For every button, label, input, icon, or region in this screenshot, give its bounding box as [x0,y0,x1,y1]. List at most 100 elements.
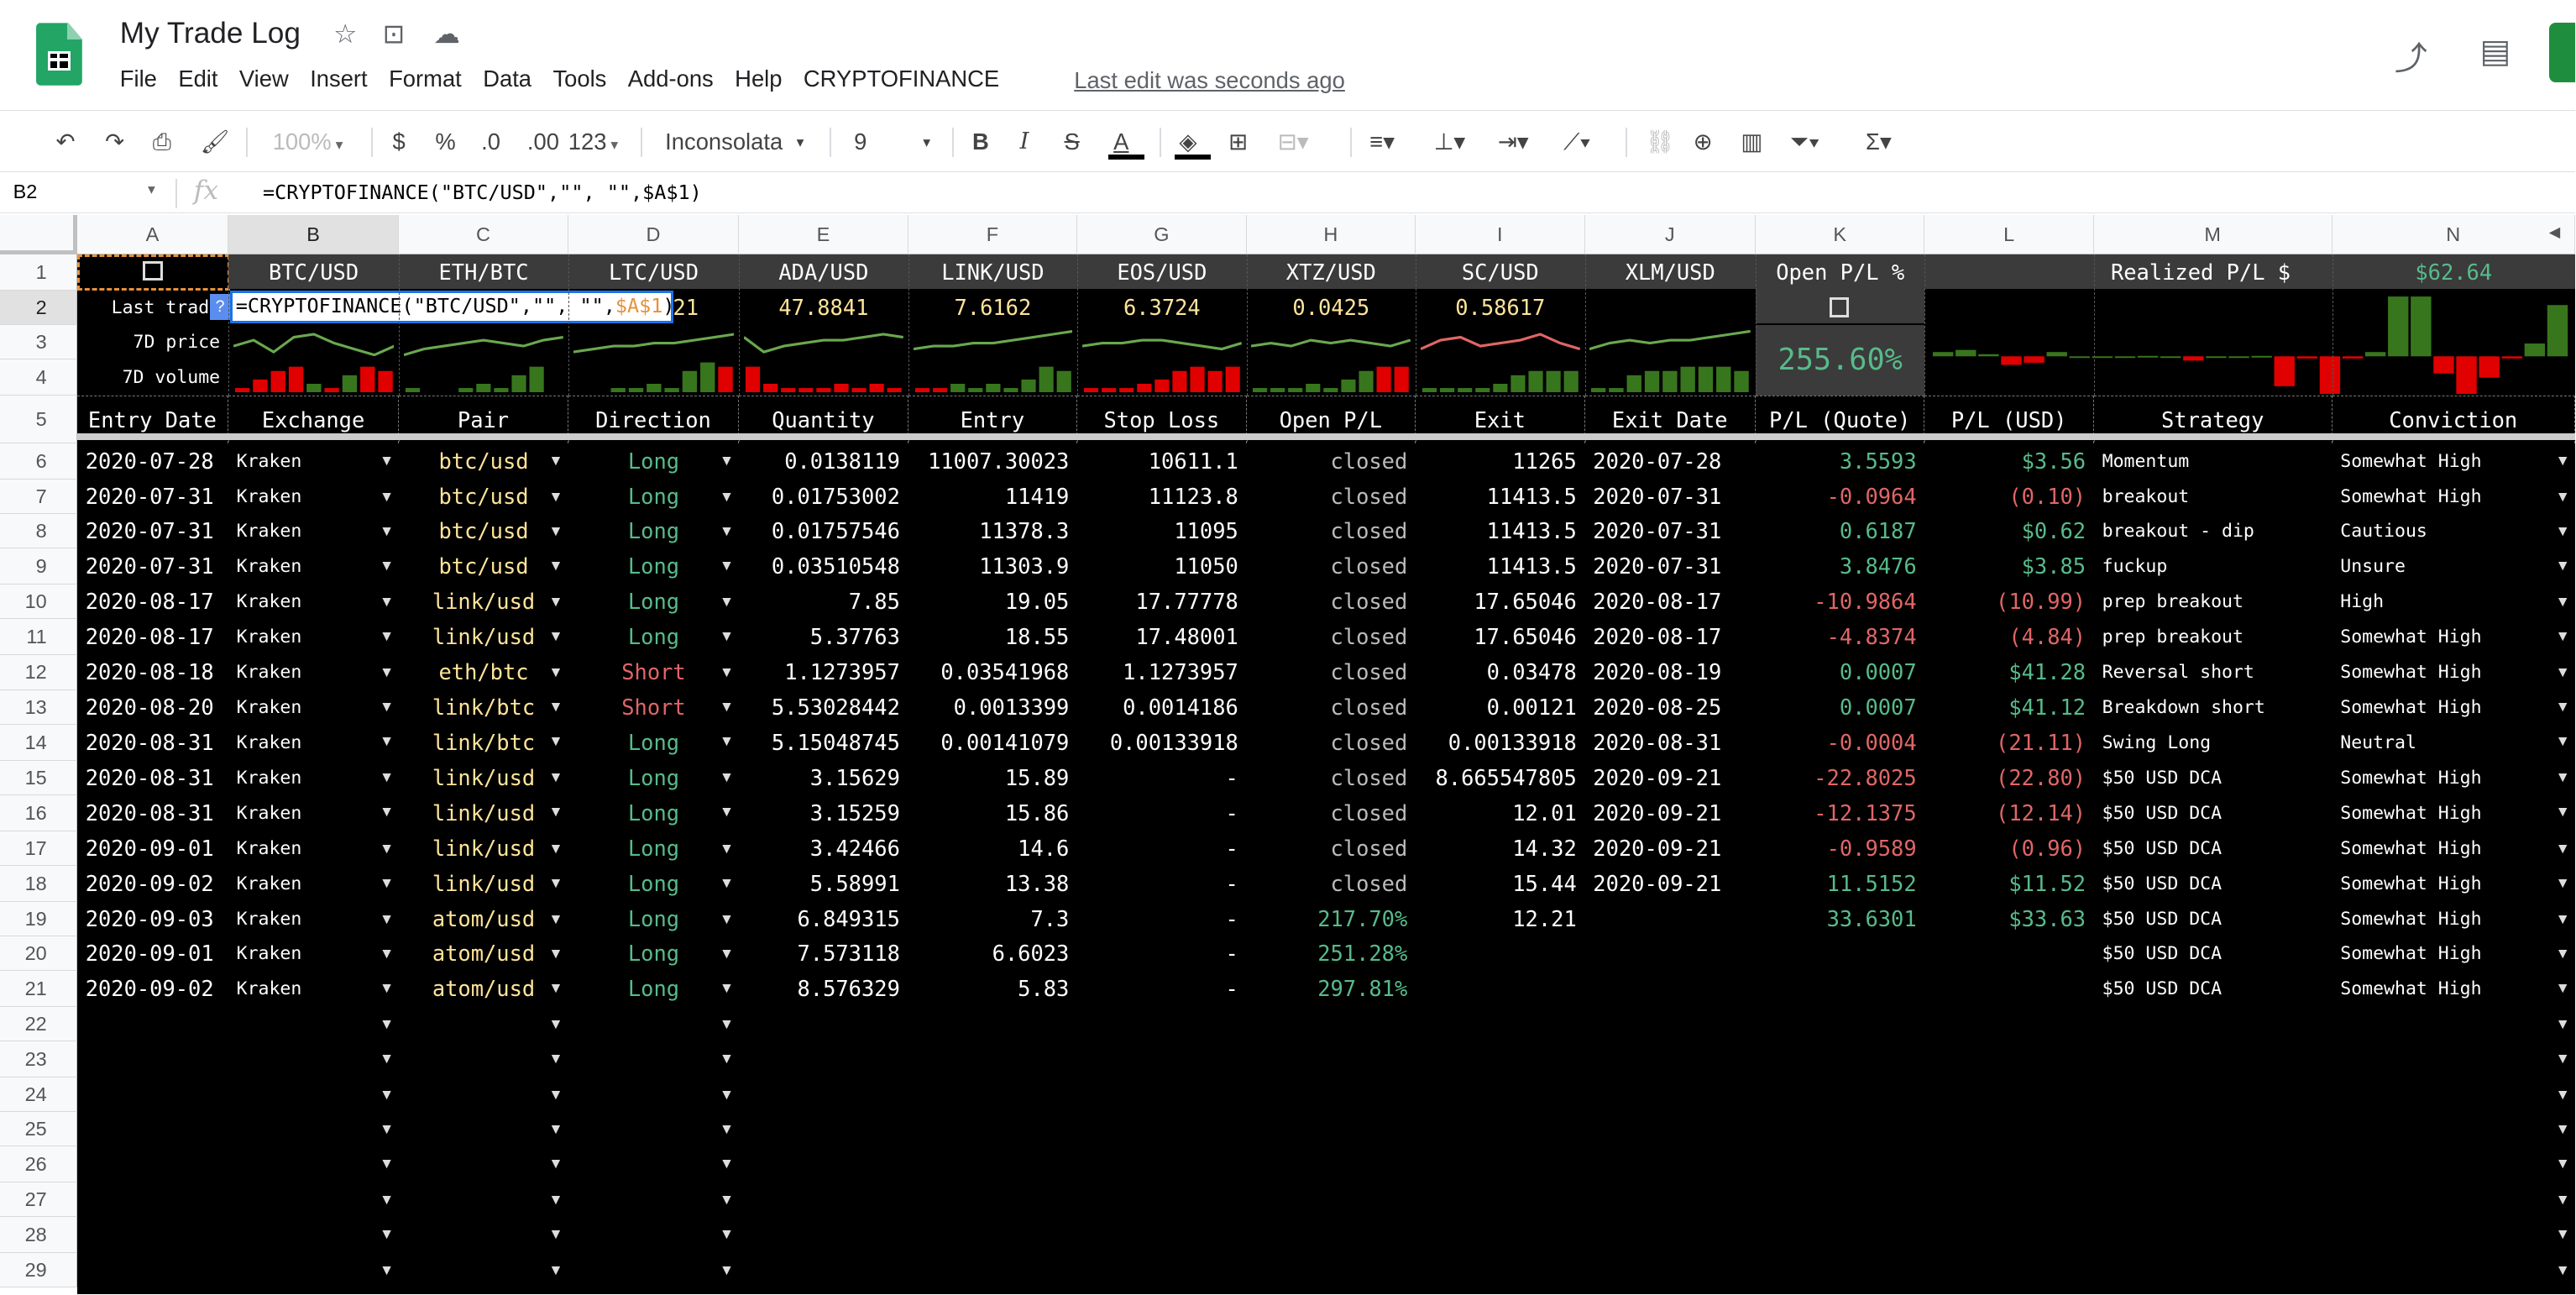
trade-open-pl[interactable]: closed [1247,443,1416,480]
trade-entry-price[interactable]: 5.83 [908,971,1077,1007]
trade-quantity[interactable]: 0.0138119 [739,443,908,480]
trade-conviction-select[interactable]: Somewhat High [2333,902,2575,936]
trade-pl-quote[interactable]: -4.8374 [1756,619,1924,655]
trade-strategy[interactable]: Reversal short [2094,655,2333,689]
dropdown-arrow-icon[interactable]: ▼ [380,1261,394,1279]
fill-color-icon[interactable]: ◈ [1179,111,1196,173]
trade-exchange-select[interactable]: Kraken [228,548,399,585]
menu-view[interactable]: View [239,66,289,92]
dropdown-arrow-icon[interactable]: ▼ [548,768,563,786]
dropdown-arrow-icon[interactable]: ▼ [380,627,394,645]
trade-direction-select[interactable]: Long [568,619,739,655]
trade-conviction-select[interactable]: Somewhat High [2333,936,2575,971]
dropdown-arrow-icon[interactable]: ▼ [2556,1225,2570,1243]
trade-exit-price[interactable]: 11413.5 [1416,480,1584,514]
dropdown-arrow-icon[interactable]: ▼ [380,488,394,506]
trade-open-pl[interactable]: closed [1247,619,1416,655]
dropdown-arrow-icon[interactable]: ▼ [2556,663,2570,681]
trade-pl-quote[interactable]: -12.1375 [1756,795,1924,831]
trade-exit-price[interactable]: 17.65046 [1416,619,1584,655]
zoom-select[interactable]: 100% [273,111,343,173]
trade-pl-usd[interactable]: (10.99) [1924,585,2093,619]
trade-entry-price[interactable]: 0.03541968 [908,655,1077,689]
trade-pair-select[interactable]: link/usd [399,795,568,831]
dropdown-arrow-icon[interactable]: ▼ [548,1261,563,1279]
column-header-n[interactable]: N [2332,215,2575,255]
row-header-14[interactable]: 14 [0,724,77,761]
trade-stop-loss[interactable]: - [1077,866,1246,902]
trade-quantity[interactable]: 5.58991 [739,866,908,902]
trade-pl-quote[interactable]: 0.6187 [1756,514,1924,548]
trade-exit-date[interactable]: 2020-08-25 [1585,690,1756,725]
row-header-22[interactable]: 22 [0,1007,77,1042]
dropdown-arrow-icon[interactable]: ▼ [548,979,563,997]
trade-open-pl[interactable]: 217.70% [1247,902,1416,936]
row-header-12[interactable]: 12 [0,655,77,690]
trade-pl-quote[interactable]: -0.0964 [1756,480,1924,514]
row-header-21[interactable]: 21 [0,970,77,1008]
trade-exit-date[interactable]: 2020-08-17 [1585,585,1756,619]
dropdown-arrow-icon[interactable]: ▼ [2556,768,2570,786]
dropdown-arrow-icon[interactable]: ▼ [720,768,734,786]
trade-direction-select[interactable]: Long [568,443,739,480]
trade-entry-date[interactable]: 2020-09-03 [77,902,228,936]
trade-pl-usd[interactable]: $41.12 [1924,690,2093,725]
select-all-corner[interactable] [0,215,77,255]
dropdown-arrow-icon[interactable]: ▼ [2556,910,2570,928]
trade-pl-quote[interactable] [1756,936,1924,971]
trade-strategy[interactable]: prep breakout [2094,619,2333,655]
trade-direction-select[interactable]: Long [568,548,739,585]
trade-stop-loss[interactable]: - [1077,936,1246,971]
trade-pair-select[interactable]: atom/usd [399,971,568,1007]
trade-pl-usd[interactable]: (0.10) [1924,480,2093,514]
trade-open-pl[interactable]: closed [1247,548,1416,585]
trade-open-pl[interactable]: closed [1247,761,1416,795]
dropdown-arrow-icon[interactable]: ▼ [548,452,563,469]
trade-exit-price[interactable]: 11265 [1416,443,1584,480]
row-header-2[interactable]: 2 [0,291,77,326]
menu-addons[interactable]: Add-ons [628,66,714,92]
trade-strategy[interactable]: Momentum [2094,443,2333,480]
row-header-29[interactable]: 29 [0,1253,77,1288]
pair-header-ltc-usd[interactable]: LTC/USD [568,254,739,291]
dropdown-arrow-icon[interactable]: ▼ [548,803,563,821]
dropdown-arrow-icon[interactable]: ▼ [2556,1155,2570,1172]
trade-pl-quote[interactable]: 11.5152 [1756,866,1924,902]
dropdown-arrow-icon[interactable]: ▼ [548,522,563,540]
dropdown-arrow-icon[interactable]: ▼ [720,663,734,681]
column-header-c[interactable]: C [399,215,568,255]
dropdown-arrow-icon[interactable]: ▼ [380,768,394,786]
row-header-26[interactable]: 26 [0,1146,77,1183]
dropdown-arrow-icon[interactable]: ▼ [720,910,734,928]
trade-pl-usd[interactable]: $11.52 [1924,866,2093,902]
dropdown-arrow-icon[interactable]: ▼ [380,1155,394,1172]
dropdown-arrow-icon[interactable]: ▼ [720,732,734,750]
dropdown-arrow-icon[interactable]: ▼ [380,1050,394,1067]
trade-conviction-select[interactable]: Somewhat High [2333,831,2575,866]
trade-stop-loss[interactable]: 0.0014186 [1077,690,1246,725]
dropdown-arrow-icon[interactable]: ▼ [548,1191,563,1208]
comments-icon[interactable]: ▤ [2480,33,2511,71]
row-header-3[interactable]: 3 [0,325,77,360]
trade-entry-date[interactable]: 2020-09-01 [77,936,228,971]
trade-exchange-select[interactable]: Kraken [228,725,399,761]
row-header-20[interactable]: 20 [0,936,77,971]
row-header-28[interactable]: 28 [0,1217,77,1254]
trade-quantity[interactable]: 5.15048745 [739,725,908,761]
last-trade-sc-usd[interactable]: 0.58617 [1416,291,1584,325]
trade-pl-quote[interactable]: 0.0007 [1756,690,1924,725]
trade-strategy[interactable]: breakout [2094,480,2333,514]
dropdown-arrow-icon[interactable]: ▼ [720,627,734,645]
trade-pair-select[interactable]: btc/usd [399,548,568,585]
dropdown-arrow-icon[interactable]: ▼ [720,1015,734,1033]
share-button[interactable] [2548,23,2575,82]
column-header-e[interactable]: E [739,215,908,255]
row-header-16[interactable]: 16 [0,794,77,831]
pair-header-sc-usd[interactable]: SC/USD [1416,254,1584,291]
trade-exchange-select[interactable]: Kraken [228,514,399,548]
formula-input[interactable]: =CRYPTOFINANCE("BTC/USD","", "",$A$1) [263,181,702,204]
formula-help-icon[interactable]: ? [210,294,230,321]
trade-pl-usd[interactable]: (21.11) [1924,725,2093,761]
trade-entry-date[interactable]: 2020-09-02 [77,971,228,1007]
trade-exchange-select[interactable]: Kraken [228,585,399,619]
